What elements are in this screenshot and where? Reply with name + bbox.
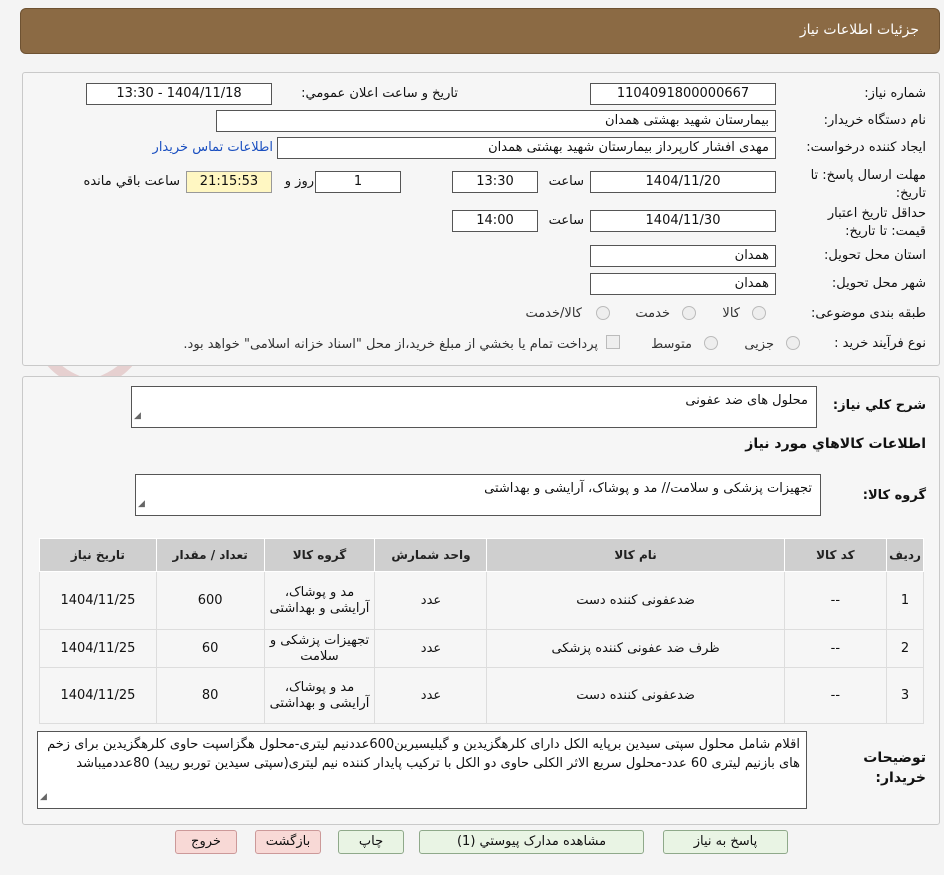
table-row: 1 -- ضدعفونی کننده دست عدد مد و پوشاک، آ… bbox=[39, 571, 924, 630]
col-goods-code: كد كالا bbox=[783, 538, 888, 572]
province-label: استان محل تحويل: bbox=[824, 248, 926, 263]
cell-goods-name: ضدعفونی کننده دست bbox=[486, 667, 785, 724]
category-goods-label: کالا bbox=[722, 306, 740, 321]
goods-group-label: گروه كالا: bbox=[862, 488, 926, 503]
cell-unit: عدد bbox=[374, 667, 488, 724]
cell-quantity: 60 bbox=[155, 629, 265, 668]
buyer-org-label: نام دستگاه خريدار: bbox=[823, 113, 926, 128]
notes-textarea[interactable]: اقلام شامل محلول سپتی سیدین برپایه الکل … bbox=[37, 731, 807, 809]
remaining-time-field: 21:15:53 bbox=[186, 171, 272, 193]
page-header: جزئيات اطلاعات نياز bbox=[20, 8, 940, 54]
cell-need-date: 1404/11/25 bbox=[39, 667, 157, 724]
city-field[interactable]: همدان bbox=[590, 273, 776, 295]
cell-goods-code: -- bbox=[783, 667, 888, 724]
goods-group-textarea[interactable]: تجهیزات پزشکی و سلامت// مد و پوشاک، آرای… bbox=[135, 474, 821, 516]
process-minor-label: جزیی bbox=[744, 337, 774, 352]
category-label: طبقه بندی موضوعی: bbox=[810, 306, 926, 321]
cell-need-date: 1404/11/25 bbox=[39, 571, 157, 630]
cell-goods-code: -- bbox=[783, 571, 888, 630]
days-field[interactable]: 1 bbox=[315, 171, 401, 193]
remaining-label: ساعت باقي مانده bbox=[83, 174, 180, 189]
col-quantity: تعداد / مقدار bbox=[155, 538, 265, 572]
validity-label: حداقل تاريخ اعتبار قيمت: تا تاريخ: bbox=[827, 206, 926, 239]
days-label: روز و bbox=[284, 174, 314, 189]
col-goods-group: گروه كالا bbox=[263, 538, 376, 572]
need-number-label: شماره نياز: bbox=[864, 86, 926, 101]
resize-grip-icon[interactable]: ◢ bbox=[40, 788, 47, 807]
city-label: شهر محل تحويل: bbox=[831, 276, 926, 291]
summary-label: شرح كلي نياز: bbox=[832, 398, 926, 413]
cell-need-date: 1404/11/25 bbox=[39, 629, 157, 668]
notes-label: توضيحات خريدار: bbox=[863, 750, 926, 786]
exit-button[interactable]: خروج bbox=[175, 830, 237, 854]
deadline-label: مهلت ارسال پاسخ: تا تاريخ: bbox=[810, 168, 926, 201]
summary-textarea[interactable]: محلول های ضد عفونی ◢ bbox=[131, 386, 817, 428]
goods-group-text: تجهیزات پزشکی و سلامت// مد و پوشاک، آرای… bbox=[484, 481, 812, 496]
cell-goods-group: تجهیزات پزشکی و سلامت bbox=[263, 629, 376, 668]
process-medium-radio[interactable] bbox=[704, 336, 718, 350]
category-goods-radio[interactable] bbox=[752, 306, 766, 320]
cell-unit: عدد bbox=[374, 629, 488, 668]
cell-goods-name: ظرف ضد عفونی کننده پزشکی bbox=[486, 629, 785, 668]
cell-quantity: 80 bbox=[155, 667, 265, 724]
treasury-docs-checkbox[interactable] bbox=[606, 335, 620, 349]
cell-unit: عدد bbox=[374, 571, 488, 630]
category-service-radio[interactable] bbox=[682, 306, 696, 320]
cell-row-number: 2 bbox=[886, 629, 924, 668]
resize-grip-icon[interactable]: ◢ bbox=[138, 495, 145, 514]
summary-text: محلول های ضد عفونی bbox=[685, 393, 808, 408]
col-goods-name: نام كالا bbox=[486, 538, 785, 572]
province-field[interactable]: همدان bbox=[590, 245, 776, 267]
reply-button[interactable]: پاسخ به نياز bbox=[663, 830, 788, 854]
goods-info-title: اطلاعات كالاهاي مورد نياز bbox=[745, 436, 926, 452]
validity-date-field[interactable]: 1404/11/30 bbox=[590, 210, 776, 232]
category-goods-service-label: کالا/خدمت bbox=[525, 306, 582, 321]
view-attachments-button[interactable]: مشاهده مدارک پيوستي (1) bbox=[419, 830, 644, 854]
print-button[interactable]: چاپ bbox=[338, 830, 404, 854]
cell-row-number: 3 bbox=[886, 667, 924, 724]
creator-field[interactable]: مهدی افشار کارپرداز بیمارستان شهید بهشتی… bbox=[277, 137, 776, 159]
category-goods-service-radio[interactable] bbox=[596, 306, 610, 320]
cell-row-number: 1 bbox=[886, 571, 924, 630]
col-unit: واحد شمارش bbox=[374, 538, 488, 572]
back-button[interactable]: بازگشت bbox=[255, 830, 321, 854]
buyer-org-field[interactable]: بیمارستان شهید بهشتی همدان bbox=[216, 110, 776, 132]
table-row: 2 -- ظرف ضد عفونی کننده پزشکی عدد تجهیزا… bbox=[39, 629, 924, 668]
goods-table: رديف كد كالا نام كالا واحد شمارش گروه كا… bbox=[39, 538, 924, 724]
col-row-number: رديف bbox=[886, 538, 924, 572]
resize-grip-icon[interactable]: ◢ bbox=[134, 407, 141, 426]
deadline-date-field[interactable]: 1404/11/20 bbox=[590, 171, 776, 193]
process-minor-radio[interactable] bbox=[786, 336, 800, 350]
announce-field[interactable]: 1404/11/18 - 13:30 bbox=[86, 83, 272, 105]
creator-label: ايجاد كننده درخواست: bbox=[806, 140, 926, 155]
validity-time-field[interactable]: 14:00 bbox=[452, 210, 538, 232]
notes-text: اقلام شامل محلول سپتی سیدین برپایه الکل … bbox=[47, 737, 800, 771]
table-header-row: رديف كد كالا نام كالا واحد شمارش گروه كا… bbox=[39, 538, 924, 572]
need-number-field[interactable]: 1104091800000667 bbox=[590, 83, 776, 105]
cell-quantity: 600 bbox=[155, 571, 265, 630]
payment-note: پرداخت تمام يا بخشي از مبلغ خريد،از محل … bbox=[183, 337, 598, 352]
cell-goods-name: ضدعفونی کننده دست bbox=[486, 571, 785, 630]
category-service-label: خدمت bbox=[635, 306, 670, 321]
deadline-time-label: ساعت bbox=[548, 174, 584, 189]
process-medium-label: متوسط bbox=[651, 337, 692, 352]
process-label: نوع فرآيند خريد : bbox=[834, 336, 926, 351]
deadline-time-field[interactable]: 13:30 bbox=[452, 171, 538, 193]
col-need-date: تاريخ نياز bbox=[39, 538, 157, 572]
cell-goods-group: مد و پوشاک، آرایشی و بهداشتی bbox=[263, 571, 376, 630]
cell-goods-code: -- bbox=[783, 629, 888, 668]
cell-goods-group: مد و پوشاک، آرایشی و بهداشتی bbox=[263, 667, 376, 724]
table-row: 3 -- ضدعفونی کننده دست عدد مد و پوشاک، آ… bbox=[39, 667, 924, 724]
announce-label: تاريخ و ساعت اعلان عمومي: bbox=[301, 86, 458, 101]
contact-buyer-link[interactable]: اطلاعات تماس خريدار bbox=[153, 140, 273, 155]
page-title: جزئيات اطلاعات نياز bbox=[799, 22, 919, 38]
validity-time-label: ساعت bbox=[548, 213, 584, 228]
